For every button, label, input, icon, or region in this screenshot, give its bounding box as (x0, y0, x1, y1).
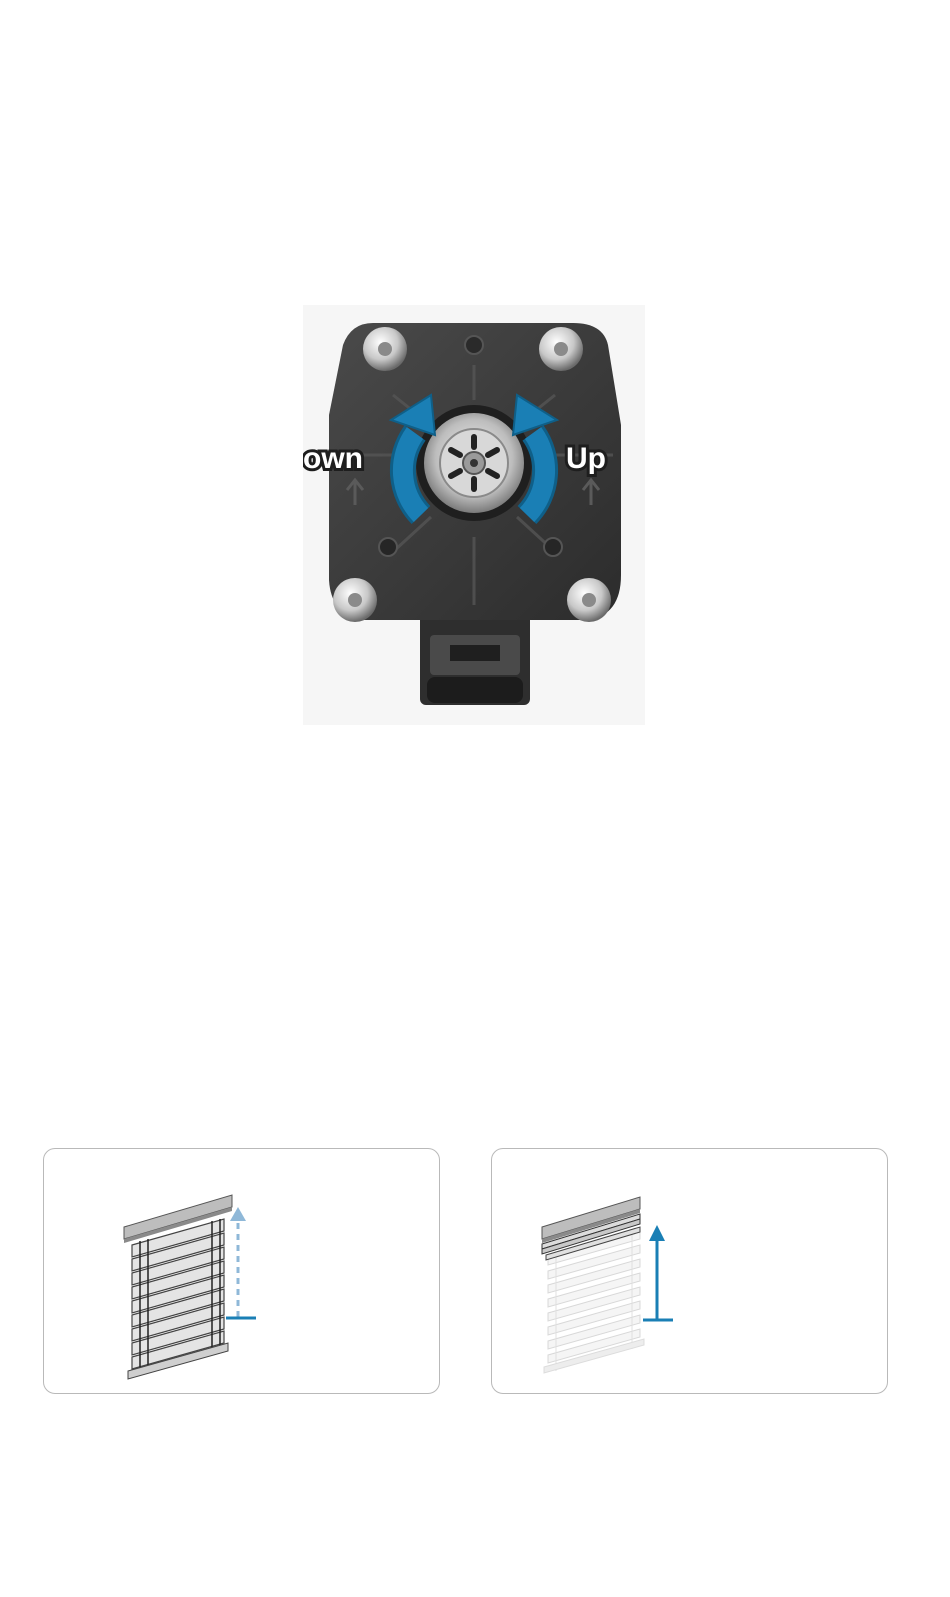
up-arrow-dashed-icon (226, 1207, 256, 1320)
direction-label-up: Up (566, 442, 606, 475)
screw-icon (333, 578, 377, 622)
motor-photo: own Up (303, 305, 645, 725)
direction-label-down: own (303, 442, 363, 475)
screw-icon (539, 327, 583, 371)
screw-icon (567, 578, 611, 622)
up-arrow-solid-icon (643, 1225, 673, 1322)
blind-lowered-illustration (123, 1194, 256, 1380)
motor-illustration: own Up (303, 323, 621, 705)
panel-blind-lowered (43, 1148, 440, 1394)
screw-icon (363, 327, 407, 371)
blind-raised-illustration (541, 1196, 673, 1374)
blind-slats (131, 1218, 225, 1370)
panel-blind-raised (491, 1148, 888, 1394)
